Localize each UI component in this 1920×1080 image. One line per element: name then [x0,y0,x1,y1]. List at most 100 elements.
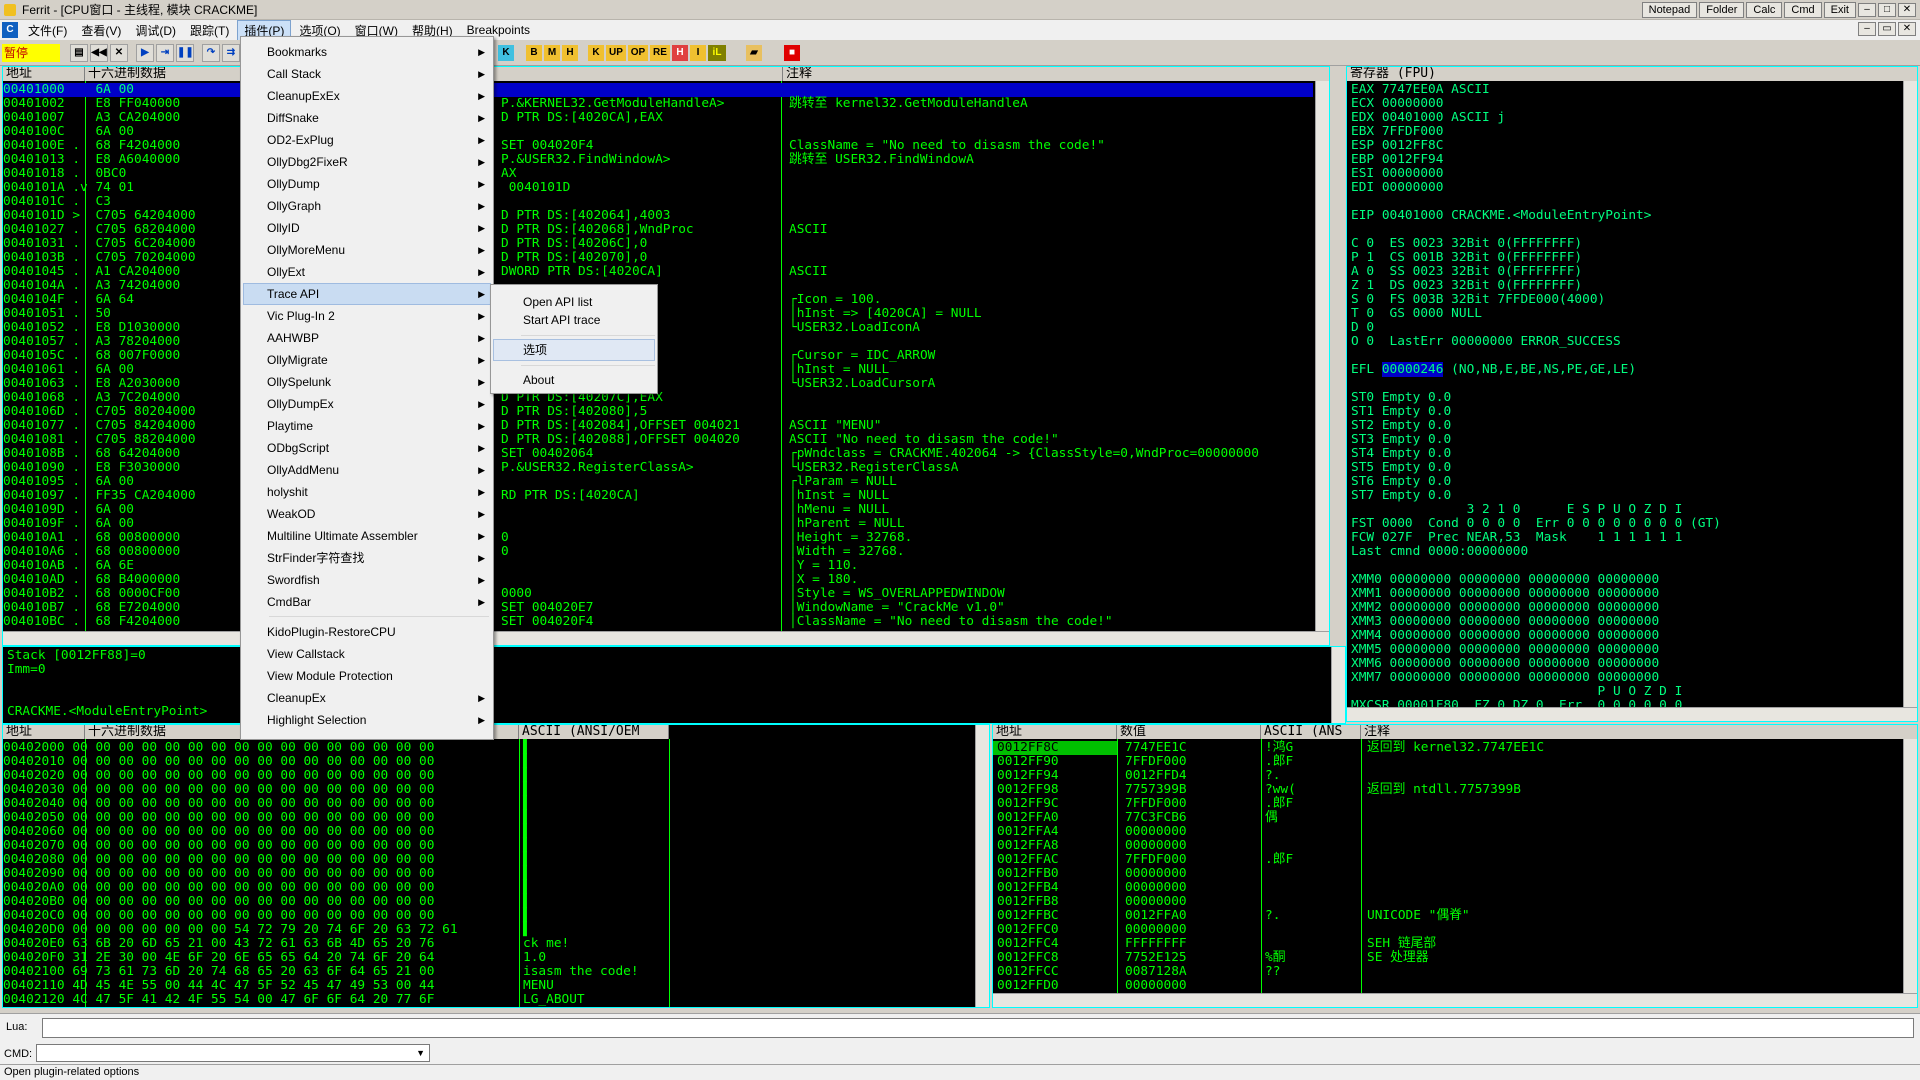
dump-row[interactable]: 00402070 00 00 00 00 00 00 00 00 00 00 0… [3,839,973,853]
step-over-icon[interactable]: ↷ [202,43,220,62]
menu-view[interactable]: 查看(V) [75,21,127,40]
disassembly-pane[interactable]: 地址 十六进制数据 注释 00401000 6A 00 00401002 E8 … [2,66,1330,646]
stack-row[interactable]: 0012FFC4 FFFFFFFF SEH 链尾部 [993,937,1901,951]
notepad-button[interactable]: Notepad [1641,2,1698,18]
submenu-start-api-trace[interactable]: Start API trace [523,309,600,331]
dump-row[interactable]: 004020C0 00 00 00 00 00 00 00 00 00 00 0… [3,909,973,923]
dump-row[interactable]: 00402120 4C 47 5F 41 42 4F 55 54 00 47 6… [3,993,973,1007]
register-line[interactable]: ECX 00000000 [1351,97,1901,111]
folder-icon[interactable]: ▰ [746,44,762,61]
menu-file[interactable]: 文件(F) [22,21,73,40]
disasm-row[interactable]: 00401000 6A 00 [3,83,1313,97]
plugin-menu-item[interactable]: Bookmarks ▶ [267,41,491,63]
step-into-icon[interactable]: ⇥ [156,43,174,62]
disasm-row[interactable]: 004010AD . 68 B4000000 │X = 180. [3,573,1313,587]
registers-header[interactable]: 寄存器 (FPU) [1347,67,1917,81]
dump-row[interactable]: 00402000 00 00 00 00 00 00 00 00 00 00 0… [3,741,973,755]
register-line[interactable]: ST1 Empty 0.0 [1351,405,1901,419]
register-line[interactable]: ESI 00000000 [1351,167,1901,181]
menu-debug[interactable]: 调试(D) [129,21,182,40]
lua-input[interactable] [42,1018,1914,1038]
plugin-menu-item[interactable]: AAHWBP ▶ [267,327,491,349]
plugin-menu-item[interactable]: Playtime ▶ [267,415,491,437]
memory-dump-pane[interactable]: 地址 十六进制数据 ASCII (ANSI/OEM 00402000 00 00… [2,724,990,1008]
disasm-row[interactable]: 0040106D . C705 80204000 D PTR DS:[40208… [3,405,1313,419]
register-line[interactable]: EIP 00401000 CRACKME.<ModuleEntryPoint> [1351,209,1901,223]
pause-icon[interactable]: ❚❚ [176,43,194,62]
disasm-row[interactable]: 00401007 A3 CA204000 D PTR DS:[4020CA],E… [3,111,1313,125]
submenu-about[interactable]: About [523,369,554,391]
plugin-menu-item[interactable]: OD2-ExPlug ▶ [267,129,491,151]
disasm-row[interactable]: 00401063 . E8 A2030000 └USER32.LoadCurso… [3,377,1313,391]
register-line[interactable]: EAX 7747EE0A ASCII [1351,83,1901,97]
register-line[interactable] [1351,223,1901,237]
register-line[interactable]: Last cmnd 0000:00000000 [1351,545,1901,559]
dump-row[interactable]: 00402020 00 00 00 00 00 00 00 00 00 00 0… [3,769,973,783]
plugin-menu-item[interactable]: CmdBar ▶ [267,591,491,613]
register-line[interactable]: ST6 Empty 0.0 [1351,475,1901,489]
disasm-row[interactable]: 0040103B . C705 70204000 D PTR DS:[40207… [3,251,1313,265]
dump-rows[interactable]: 00402000 00 00 00 00 00 00 00 00 00 00 0… [3,741,973,1007]
disasm-row[interactable]: 0040105C . 68 007F0000 ┌Cursor = IDC_ARR… [3,349,1313,363]
disasm-row[interactable]: 0040101C . C3 [3,195,1313,209]
dump-row[interactable]: 004020F0 31 2E 30 00 4E 6F 20 6E 65 65 6… [3,951,973,965]
disasm-row[interactable]: 004010B7 . 68 E7204000 SET 004020E7 │Wind… [3,601,1313,615]
stack-row[interactable]: 0012FF94 0012FFD4?. [993,769,1901,783]
stack-row[interactable]: 0012FFA8 00000000 [993,839,1901,853]
plugin-menu-item[interactable]: OllyMoreMenu ▶ [267,239,491,261]
register-line[interactable]: FCW 027F Prec NEAR,53 Mask 1 1 1 1 1 1 [1351,531,1901,545]
disasm-row[interactable]: 0040104F . 6A 64 ┌Icon = 100. [3,293,1313,307]
register-line[interactable]: D 0 [1351,321,1901,335]
cmd-input[interactable]: ▼ [36,1044,430,1062]
disasm-header-comment[interactable]: 注释 [783,67,1329,81]
disasm-row[interactable]: 0040100C 6A 00 [3,125,1313,139]
stack-rows[interactable]: 0012FF8C 7747EE1C !鸿G 返回到 kernel32.7747EE1C… [993,741,1901,993]
plugin-menu-item[interactable]: OllyID ▶ [267,217,491,239]
dump-row[interactable]: 004020D0 00 00 00 00 00 00 00 54 72 79 2… [3,923,973,937]
stack-header-ascii[interactable]: ASCII (ANS [1261,725,1361,739]
stack-vertical-scrollbar[interactable] [1903,739,1917,995]
register-line[interactable] [1351,349,1901,363]
register-line[interactable]: XMM3 00000000 00000000 00000000 00000000 [1351,615,1901,629]
register-line[interactable]: ST7 Empty 0.0 [1351,489,1901,503]
dump-row[interactable]: 00402030 00 00 00 00 00 00 00 00 00 00 0… [3,783,973,797]
register-line[interactable]: P U O Z D I [1351,685,1901,699]
register-line[interactable]: XMM2 00000000 00000000 00000000 00000000 [1351,601,1901,615]
plugin-menu-item[interactable]: OllyAddMenu ▶ [267,459,491,481]
register-line[interactable]: XMM5 00000000 00000000 00000000 00000000 [1351,643,1901,657]
disasm-row[interactable]: 0040109D . 6A 00 │hMenu = NULL [3,503,1313,517]
plugin-menu-item[interactable]: Multiline Ultimate Assembler ▶ [267,525,491,547]
register-line[interactable]: T 0 GS 0000 NULL [1351,307,1901,321]
tool-il-button[interactable]: iL [708,44,726,61]
plugin-menu-item[interactable]: DiffSnake ▶ [267,107,491,129]
calc-button[interactable]: Calc [1746,2,1783,18]
rewind-icon[interactable]: ◀◀ [90,43,108,62]
stack-row[interactable]: 0012FFC8 7752E125 %酮 SE 处理器 [993,951,1901,965]
plugin-menu-item[interactable]: Vic Plug-In 2 ▶ [267,305,491,327]
tool-up-button[interactable]: UP [606,44,626,61]
tool-i-button[interactable]: I [690,44,706,61]
register-line[interactable]: ST0 Empty 0.0 [1351,391,1901,405]
trace-icon[interactable]: ⇉ [222,43,240,62]
plugin-menu-item[interactable]: View Callstack [267,643,491,665]
dump-row[interactable]: 00402080 00 00 00 00 00 00 00 00 00 00 0… [3,853,973,867]
plugin-menu-item[interactable]: OllyDump ▶ [267,173,491,195]
stack-row[interactable]: 0012FFB8 00000000 [993,895,1901,909]
plugin-menu-item[interactable]: OllyMigrate ▶ [267,349,491,371]
plugin-menu-item[interactable]: OllyExt ▶ [267,261,491,283]
register-line[interactable]: O 0 LastErr 00000000 ERROR_SUCCESS [1351,335,1901,349]
disasm-vertical-scrollbar[interactable] [1315,81,1329,633]
info-vertical-scrollbar[interactable] [1331,647,1345,723]
stack-row[interactable]: 0012FFB0 00000000 [993,867,1901,881]
stack-row[interactable]: 0012FFD0 00000000 [993,979,1901,993]
mdi-restore-icon[interactable]: ▭ [1878,22,1896,36]
register-rows[interactable]: EAX 7747EE0A ASCII ECX 00000000 EDX 004010… [1351,83,1901,722]
disasm-row[interactable]: 00401097 . FF35 CA204000 RD PTR DS:[4020… [3,489,1313,503]
dump-row[interactable]: 00402010 00 00 00 00 00 00 00 00 00 00 0… [3,755,973,769]
plugin-menu-item[interactable]: OllyGraph ▶ [267,195,491,217]
tool-k2-button[interactable]: K [588,44,604,61]
dump-header-ascii[interactable]: ASCII (ANSI/OEM [519,725,669,739]
register-line[interactable] [1351,195,1901,209]
disasm-row[interactable]: 00401013 . E8 A6040000 P.&USER32.FindWin… [3,153,1313,167]
registers-horizontal-scrollbar[interactable] [1347,707,1917,721]
